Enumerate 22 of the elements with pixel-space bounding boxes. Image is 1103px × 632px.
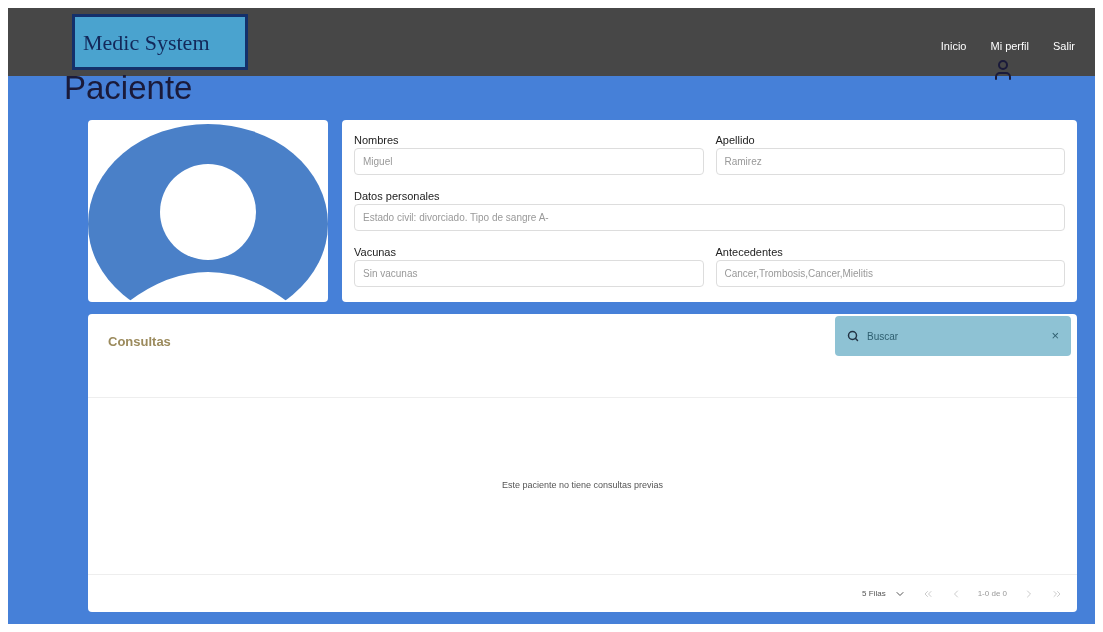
search-field[interactable]: Buscar ×	[835, 316, 1071, 356]
rows-select[interactable]: 5 Filas	[862, 587, 906, 600]
text-field[interactable]: Estado civil: divorciado. Tipo de sangre A-	[354, 204, 1065, 231]
page-title: Paciente	[64, 70, 193, 106]
empty-message: Este paciente no tiene consultas previas	[501, 479, 664, 493]
field-label: Apellido	[715, 133, 756, 148]
field-label: Datos personales	[354, 189, 441, 204]
text-field[interactable]: Ramirez	[715, 148, 1065, 175]
page-range: 1-0 de 0	[977, 587, 1007, 600]
nav-link[interactable]: Mi perfil	[990, 37, 1029, 55]
field-label: Vacunas	[354, 245, 397, 260]
nav-link[interactable]: Salir	[1053, 37, 1075, 55]
clear-button[interactable]: ×	[1051, 326, 1059, 346]
nav-link[interactable]: Inicio	[940, 37, 967, 55]
logo[interactable]: Medic System	[72, 14, 248, 70]
field-label: Nombres	[354, 133, 400, 148]
text-field[interactable]: Miguel	[354, 148, 704, 175]
section-title: Consultas	[108, 333, 171, 351]
text-field[interactable]: Cancer,Trombosis,Cancer,Mielitis	[715, 260, 1065, 287]
text-field[interactable]: Sin vacunas	[354, 260, 704, 287]
field-label: Antecedentes	[715, 245, 784, 260]
search-icon	[847, 330, 859, 342]
